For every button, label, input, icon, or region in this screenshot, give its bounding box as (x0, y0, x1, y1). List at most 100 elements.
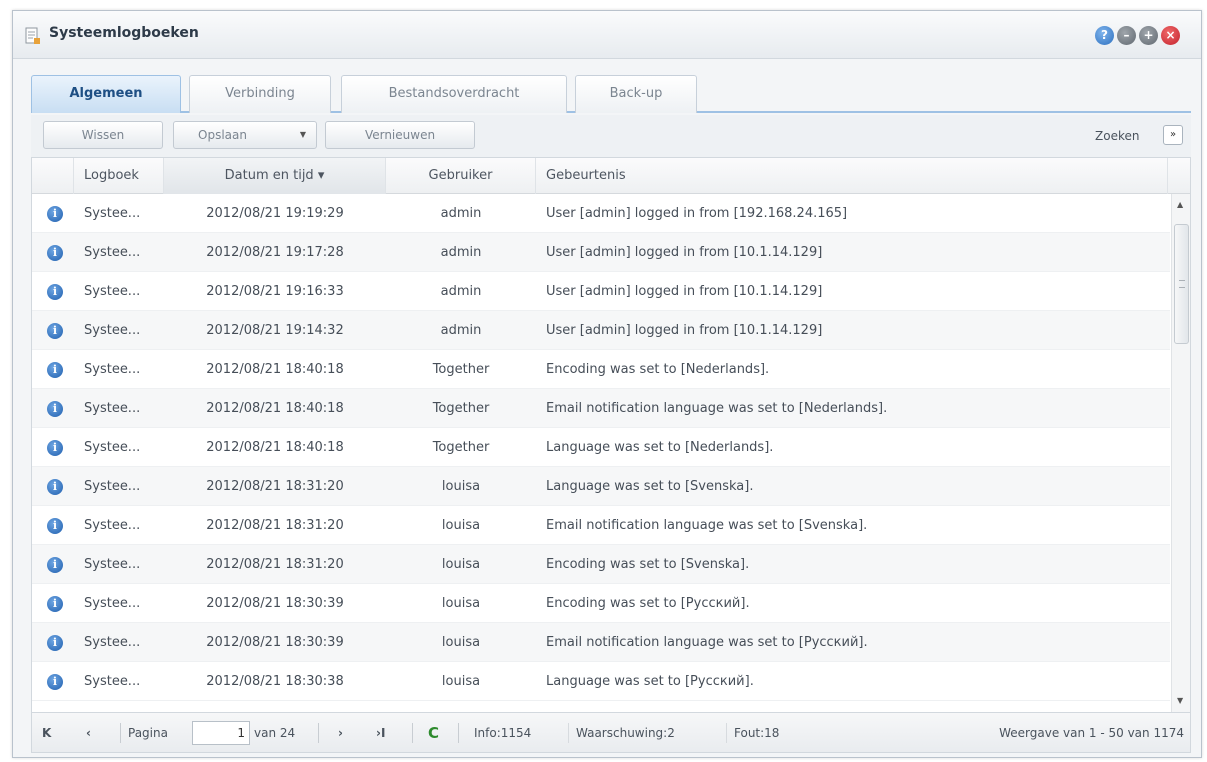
cell-gebeurtenis: User [admin] logged in from [192.168.24.… (546, 206, 848, 221)
table-row[interactable]: i Systee... 2012/08/21 19:19:29 admin User [… (32, 194, 1170, 233)
cell-datum: 2012/08/21 18:40:18 (206, 401, 344, 416)
table-row[interactable]: i Systee... 2012/08/21 18:40:18 Together Lan… (32, 428, 1170, 467)
cell-gebruiker: admin (440, 245, 482, 260)
table-row[interactable]: i Systee... 2012/08/21 18:31:20 louisa Langu… (32, 467, 1170, 506)
cell-gebruiker: Together (432, 440, 490, 455)
cell-gebeurtenis: Email notification language was set to [… (546, 635, 868, 650)
table-row[interactable]: i Systee... 2012/08/21 18:31:20 louisa Encod… (32, 545, 1170, 584)
table-row[interactable]: i Systee... 2012/08/21 19:16:33 admin User [… (32, 272, 1170, 311)
table-row[interactable]: i Systee... 2012/08/21 18:30:38 louisa Langu… (32, 662, 1170, 701)
column-header-gebruiker[interactable]: Gebruiker (386, 158, 536, 194)
last-page-icon[interactable]: ›I (376, 713, 385, 753)
cell-gebruiker: Together (432, 362, 490, 377)
scroll-up-icon[interactable]: ▲ (1177, 200, 1183, 209)
title-bar: Systeemlogboeken ? – + × (13, 11, 1201, 59)
cell-gebeurtenis: Encoding was set to [Svenska]. (546, 557, 750, 572)
first-page-icon[interactable]: K (42, 713, 51, 753)
cell-gebruiker: louisa (441, 518, 481, 533)
cell-datum: 2012/08/21 18:31:20 (206, 557, 344, 572)
cell-gebruiker: louisa (441, 557, 481, 572)
tab-algemeen[interactable]: Algemeen (31, 75, 181, 113)
divider (412, 723, 413, 743)
cell-logboek: Systee... (84, 518, 141, 533)
info-icon: i (47, 206, 63, 222)
cell-gebruiker: admin (440, 284, 482, 299)
divider (726, 723, 727, 743)
divider (458, 723, 459, 743)
scroll-down-icon[interactable]: ▼ (1177, 696, 1183, 705)
info-icon: i (47, 557, 63, 573)
column-header-logboek[interactable]: Logboek (74, 158, 164, 194)
cell-datum: 2012/08/21 18:30:39 (206, 635, 344, 650)
page-number-input[interactable] (192, 721, 250, 745)
grid-header: Logboek Datum en tijd ▾ Gebruiker Gebeur… (32, 158, 1190, 194)
table-row[interactable]: i Systee... 2012/08/21 19:14:32 admin User [… (32, 311, 1170, 350)
tab-verbinding[interactable]: Verbinding (189, 75, 331, 113)
cell-logboek: Systee... (84, 284, 141, 299)
cell-gebeurtenis: User [admin] logged in from [10.1.14.129… (546, 284, 823, 299)
cell-gebeurtenis: Language was set to [Nederlands]. (546, 440, 774, 455)
cell-datum: 2012/08/21 18:31:20 (206, 479, 344, 494)
next-page-icon[interactable]: › (338, 713, 343, 753)
cell-datum: 2012/08/21 19:16:33 (206, 284, 344, 299)
cell-gebruiker: admin (440, 206, 482, 221)
save-button[interactable]: Opslaan ▼ (173, 121, 317, 149)
cell-logboek: Systee... (84, 245, 141, 260)
column-header-datum[interactable]: Datum en tijd ▾ (164, 158, 386, 194)
table-row[interactable]: i Systee... 2012/08/21 18:40:18 Together Ema… (32, 389, 1170, 428)
page-count: van 24 (254, 726, 296, 740)
minimize-icon[interactable]: – (1117, 26, 1136, 45)
cell-logboek: Systee... (84, 596, 141, 611)
info-count: Info:1154 (474, 726, 532, 740)
cell-gebeurtenis: Encoding was set to [Nederlands]. (546, 362, 770, 377)
tab-bestandsoverdracht[interactable]: Bestandsoverdracht (341, 75, 567, 113)
cell-datum: 2012/08/21 18:40:18 (206, 440, 344, 455)
table-row[interactable]: i Systee... 2012/08/21 18:40:18 Together Enc… (32, 350, 1170, 389)
refresh-icon[interactable]: C (428, 713, 439, 753)
divider (120, 723, 121, 743)
table-row[interactable]: i Systee... 2012/08/21 19:17:28 admin User [… (32, 233, 1170, 272)
error-count: Fout:18 (734, 726, 780, 740)
cell-gebruiker: admin (440, 323, 482, 338)
display-range: Weergave van 1 - 50 van 1174 (999, 726, 1184, 740)
search-label[interactable]: Zoeken (1095, 129, 1139, 143)
warning-count: Waarschuwing:2 (576, 726, 675, 740)
previous-page-icon[interactable]: ‹ (86, 713, 91, 753)
info-icon: i (47, 479, 63, 495)
info-icon: i (47, 245, 63, 261)
cell-datum: 2012/08/21 18:40:18 (206, 362, 344, 377)
refresh-button[interactable]: Vernieuwen (325, 121, 475, 149)
table-row[interactable]: i Systee... 2012/08/21 18:30:39 louisa Email… (32, 623, 1170, 662)
help-icon[interactable]: ? (1095, 26, 1114, 45)
system-log-window: Systeemlogboeken ? – + × Algemeen Verbin… (12, 10, 1202, 758)
column-header-gebeurtenis[interactable]: Gebeurtenis (536, 158, 1168, 194)
cell-gebeurtenis: Email notification language was set to [… (546, 401, 888, 416)
expand-search-icon[interactable]: » (1163, 125, 1183, 145)
table-row[interactable]: i Systee... 2012/08/21 18:30:39 louisa Encod… (32, 584, 1170, 623)
toolbar: Wissen Opslaan ▼ Vernieuwen Zoeken » (31, 115, 1191, 157)
page-label: Pagina (128, 726, 168, 740)
table-row[interactable]: i Systee... 2012/08/21 18:31:20 louisa Email… (32, 506, 1170, 545)
info-icon: i (47, 596, 63, 612)
window-title: Systeemlogboeken (49, 25, 199, 41)
close-icon[interactable]: × (1161, 26, 1180, 45)
info-icon: i (47, 635, 63, 651)
cell-gebruiker: Together (432, 401, 490, 416)
tab-bar: Algemeen Verbinding Bestandsoverdracht B… (31, 71, 1191, 113)
cell-datum: 2012/08/21 19:17:28 (206, 245, 344, 260)
info-icon: i (47, 401, 63, 417)
chevron-down-icon: ▼ (299, 130, 306, 139)
cell-gebruiker: louisa (441, 635, 481, 650)
info-icon: i (47, 518, 63, 534)
cell-datum: 2012/08/21 19:19:29 (206, 206, 344, 221)
info-icon: i (47, 284, 63, 300)
tab-back-up[interactable]: Back-up (575, 75, 697, 113)
maximize-icon[interactable]: + (1139, 26, 1158, 45)
cell-gebeurtenis: Language was set to [Svenska]. (546, 479, 754, 494)
cell-logboek: Systee... (84, 206, 141, 221)
info-icon: i (47, 674, 63, 690)
scroll-thumb[interactable] (1174, 224, 1189, 344)
cell-logboek: Systee... (84, 635, 141, 650)
vertical-scrollbar[interactable]: ▲ ▼ (1171, 194, 1190, 712)
clear-button[interactable]: Wissen (43, 121, 163, 149)
